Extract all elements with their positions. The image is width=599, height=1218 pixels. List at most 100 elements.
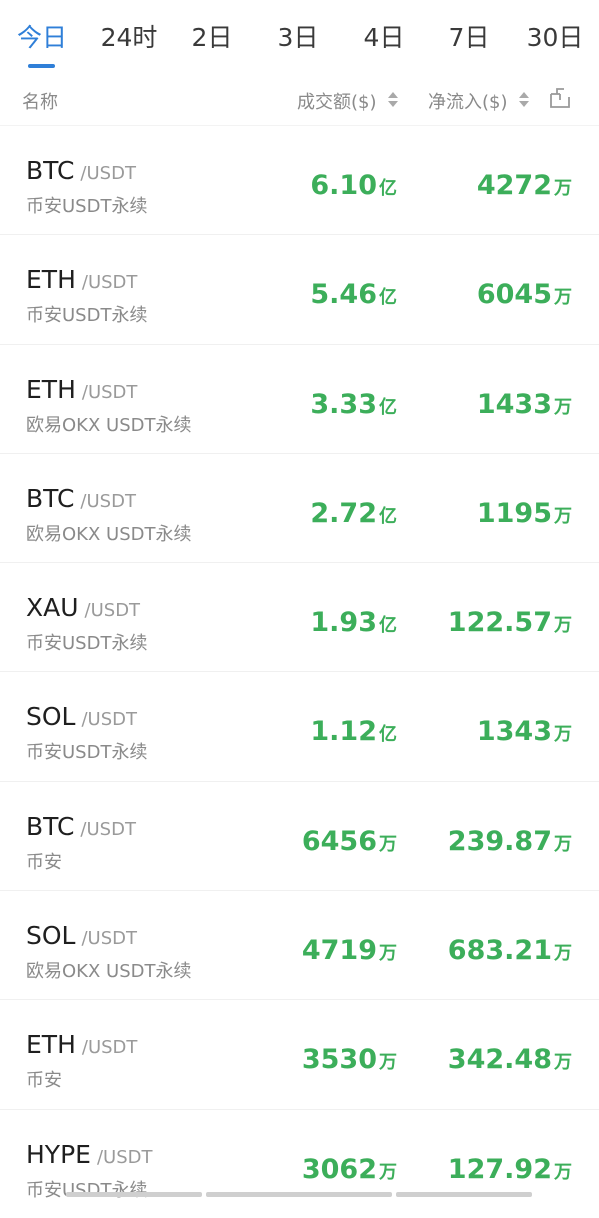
volume-value: 2.72 亿	[310, 498, 397, 529]
symbol: BTC/USDT	[26, 156, 136, 185]
netflow-value: 122.57 万	[448, 607, 572, 638]
scroll-indicator	[206, 1192, 392, 1197]
symbol: ETH/USDT	[26, 265, 137, 294]
list-item[interactable]: SOL/USDT 币安USDT永续 1.12 亿 1343 万	[0, 671, 599, 780]
pair-text: /USDT	[81, 709, 138, 731]
volume-number: 3062	[301, 1153, 377, 1185]
volume-unit: 万	[379, 1161, 397, 1183]
column-netflow-header[interactable]: 净流入($)	[428, 88, 508, 114]
tab-today[interactable]: 今日	[7, 18, 77, 58]
list-item[interactable]: ETH/USDT 欧易OKX USDT永续 3.33 亿 1433 万	[0, 343, 599, 453]
tab-3d[interactable]: 3日	[263, 18, 333, 58]
volume-unit: 万	[379, 833, 397, 855]
volume-value: 6456 万	[302, 826, 397, 857]
symbol: SOL/USDT	[26, 702, 137, 731]
list-item[interactable]: HYPE/USDT 币安USDT永续 3062 万 127.92 万	[0, 1108, 599, 1218]
symbol-text: HYPE	[26, 1139, 91, 1169]
scroll-indicator	[66, 1192, 202, 1197]
active-tab-indicator	[28, 64, 55, 68]
tab-30d[interactable]: 30日	[520, 18, 590, 58]
volume-value: 3.33 亿	[310, 389, 397, 420]
list-item[interactable]: SOL/USDT 欧易OKX USDT永续 4719 万 683.21 万	[0, 890, 599, 999]
list-item[interactable]: ETH/USDT 币安 3530 万 342.48 万	[0, 999, 599, 1108]
pair-text: /USDT	[96, 1146, 153, 1168]
symbol-text: ETH	[26, 265, 76, 295]
symbol-text: BTC	[26, 156, 75, 185]
volume-value: 3062 万	[302, 1154, 397, 1185]
netflow-value: 127.92 万	[448, 1154, 572, 1185]
volume-value: 6.10 亿	[310, 170, 397, 201]
exchange-label: 币安	[26, 851, 62, 873]
table-header: 名称 成交额($) 净流入($)	[0, 78, 599, 124]
netflow-unit: 万	[554, 615, 572, 637]
exchange-label: 币安	[26, 1070, 62, 1092]
volume-number: 5.46	[310, 279, 377, 311]
netflow-number: 683.21	[447, 935, 552, 967]
volume-sort-icon[interactable]	[388, 92, 398, 108]
netflow-sort-icon[interactable]	[519, 92, 529, 108]
list-item[interactable]: ETH/USDT 币安USDT永续 5.46 亿 6045 万	[0, 234, 599, 343]
tab-4d[interactable]: 4日	[349, 18, 419, 58]
exchange-label: 币安USDT永续	[26, 633, 148, 655]
netflow-number: 239.87	[447, 825, 552, 857]
pair-text: /USDT	[81, 381, 138, 403]
symbol: HYPE/USDT	[26, 1140, 152, 1169]
tab-2d[interactable]: 2日	[177, 18, 247, 58]
scroll-indicator	[396, 1192, 532, 1197]
symbol-text: XAU	[26, 593, 79, 623]
market-list: BTC/USDT 币安USDT永续 6.10 亿 4272 万 ETH/USDT 币…	[0, 125, 599, 1218]
netflow-value: 4272 万	[477, 170, 572, 201]
netflow-value: 1433 万	[477, 389, 572, 420]
share-icon[interactable]	[548, 86, 572, 110]
column-volume-header[interactable]: 成交额($)	[297, 88, 377, 114]
netflow-unit: 万	[554, 178, 572, 199]
volume-unit: 亿	[379, 505, 397, 527]
netflow-value: 683.21 万	[448, 935, 572, 966]
column-name-header: 名称	[22, 92, 58, 113]
volume-unit: 亿	[379, 396, 397, 418]
symbol: ETH/USDT	[26, 375, 137, 404]
symbol-text: ETH	[26, 1030, 76, 1060]
volume-number: 1.12	[310, 716, 377, 748]
exchange-label: 币安USDT永续	[26, 1179, 148, 1201]
volume-number: 3.33	[310, 388, 377, 420]
tab-24h[interactable]: 24时	[94, 18, 164, 58]
symbol-text: BTC	[26, 483, 75, 513]
pair-text: /USDT	[80, 490, 136, 512]
volume-value: 5.46 亿	[310, 279, 397, 310]
list-item[interactable]: BTC/USDT 币安 6456 万 239.87 万	[0, 780, 599, 890]
tab-7d[interactable]: 7日	[434, 18, 504, 58]
netflow-number: 127.92	[447, 1153, 552, 1185]
volume-value: 4719 万	[302, 935, 397, 966]
list-item[interactable]: BTC/USDT 币安USDT永续 6.10 亿 4272 万	[0, 125, 599, 234]
netflow-unit: 万	[554, 943, 572, 965]
list-item[interactable]: BTC/USDT 欧易OKX USDT永续 2.72 亿 1195 万	[0, 452, 599, 562]
exchange-label: 欧易OKX USDT永续	[26, 961, 192, 983]
netflow-number: 1433	[476, 388, 552, 420]
netflow-value: 342.48 万	[448, 1044, 572, 1075]
symbol-text: ETH	[26, 374, 76, 404]
pair-text: /USDT	[81, 928, 138, 950]
volume-value: 1.12 亿	[310, 716, 397, 747]
netflow-value: 6045 万	[477, 279, 572, 310]
volume-number: 6456	[301, 825, 377, 857]
netflow-value: 1195 万	[477, 498, 572, 529]
netflow-unit: 万	[554, 1161, 572, 1183]
netflow-unit: 万	[554, 396, 572, 418]
period-tabs: 今日 24时 2日 3日 4日 7日 30日	[0, 0, 599, 72]
list-item[interactable]: XAU/USDT 币安USDT永续 1.93 亿 122.57 万	[0, 562, 599, 671]
pair-text: /USDT	[84, 600, 141, 622]
netflow-value: 239.87 万	[448, 826, 572, 857]
volume-unit: 万	[379, 943, 397, 965]
netflow-unit: 万	[554, 724, 572, 746]
volume-unit: 亿	[379, 178, 397, 199]
symbol: BTC/USDT	[26, 812, 136, 841]
volume-value: 3530 万	[302, 1044, 397, 1075]
netflow-number: 342.48	[447, 1044, 552, 1076]
volume-unit: 亿	[379, 287, 397, 309]
netflow-number: 4272	[476, 170, 552, 201]
netflow-value: 1343 万	[477, 716, 572, 747]
volume-number: 1.93	[310, 607, 377, 639]
symbol-text: BTC	[26, 811, 75, 841]
symbol-text: SOL	[26, 702, 76, 732]
